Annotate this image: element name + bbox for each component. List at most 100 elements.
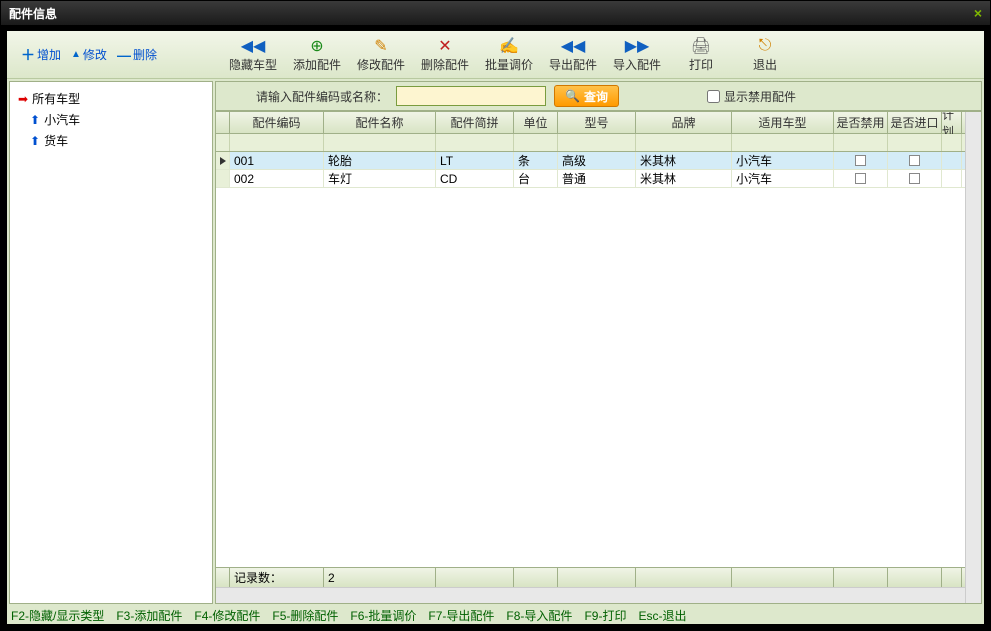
toolbar: ◀◀ 隐藏车型 ⊕ 添加配件 ✎ 修改配件 ✕ 删除配件 ✍ 批量调价: [211, 32, 984, 78]
search-button-label: 查询: [584, 88, 608, 105]
delete-button[interactable]: — 删除: [117, 46, 157, 63]
arrow-left-icon: ◀◀: [241, 36, 265, 56]
hide-car-label: 隐藏车型: [229, 56, 277, 73]
add-button[interactable]: ＋ 增加: [21, 45, 61, 65]
col-pinyin[interactable]: 配件简拼: [436, 112, 514, 133]
window-title: 配件信息: [9, 5, 57, 22]
checkbox-icon[interactable]: [855, 173, 866, 184]
cell-brand: 米其林: [636, 152, 732, 169]
status-item: F6-批量调价: [350, 607, 416, 624]
show-disabled-input[interactable]: [707, 90, 720, 103]
cell-disabled[interactable]: [834, 170, 888, 187]
cell-disabled[interactable]: [834, 152, 888, 169]
export-part-label: 导出配件: [549, 56, 597, 73]
search-input[interactable]: [396, 86, 546, 106]
search-button[interactable]: 🔍 查询: [554, 85, 619, 107]
triangle-up-icon: ▲: [71, 49, 81, 60]
col-name[interactable]: 配件名称: [324, 112, 436, 133]
close-icon[interactable]: ×: [974, 5, 982, 21]
grid-body[interactable]: 001轮胎LT条高级米其林小汽车002车灯CD台普通米其林小汽车: [216, 152, 965, 567]
cell-car: 小汽车: [732, 152, 834, 169]
col-code[interactable]: 配件编码: [230, 112, 324, 133]
cell-code: 001: [230, 152, 324, 169]
cell-code: 002: [230, 170, 324, 187]
edit-part-label: 修改配件: [357, 56, 405, 73]
tree-all-label: 所有车型: [32, 90, 80, 107]
col-disabled[interactable]: 是否禁用: [834, 112, 888, 133]
add-part-label: 添加配件: [293, 56, 341, 73]
batch-price-icon: ✍: [497, 36, 521, 56]
print-button[interactable]: 🖨 打印: [669, 32, 733, 78]
status-item: F8-导入配件: [506, 607, 572, 624]
topbar: ＋ 增加 ▲ 修改 — 删除 ◀◀ 隐藏车型 ⊕: [7, 31, 984, 79]
row-marker: [216, 152, 230, 169]
cell-import[interactable]: [888, 152, 942, 169]
add-part-button[interactable]: ⊕ 添加配件: [285, 32, 349, 78]
record-count: 2: [324, 568, 436, 587]
table-row[interactable]: 002车灯CD台普通米其林小汽车: [216, 170, 965, 188]
tree-item-car[interactable]: ⬆ 小汽车: [14, 109, 208, 130]
status-item: F4-修改配件: [194, 607, 260, 624]
cell-brand: 米其林: [636, 170, 732, 187]
print-icon: 🖨: [689, 36, 713, 56]
cell-import[interactable]: [888, 170, 942, 187]
cell-car: 小汽车: [732, 170, 834, 187]
scrollbar-vertical[interactable]: [965, 112, 981, 603]
add-label: 增加: [37, 46, 61, 63]
arrow-up-blue-icon: ⬆: [30, 113, 40, 127]
import-part-label: 导入配件: [613, 56, 661, 73]
cell-model: 高级: [558, 152, 636, 169]
col-marker: [216, 112, 230, 133]
cell-name: 车灯: [324, 170, 436, 187]
export-part-button[interactable]: ◀◀ 导出配件: [541, 32, 605, 78]
col-model[interactable]: 型号: [558, 112, 636, 133]
tree-item-truck[interactable]: ⬆ 货车: [14, 130, 208, 151]
status-item: F3-添加配件: [116, 607, 182, 624]
search-label: 请输入配件编码或名称：: [256, 88, 388, 105]
delete-part-icon: ✕: [433, 36, 457, 56]
status-item: Esc-退出: [638, 607, 686, 624]
col-import[interactable]: 是否进口: [888, 112, 942, 133]
batch-price-button[interactable]: ✍ 批量调价: [477, 32, 541, 78]
grid-header: 配件编码 配件名称 配件简拼 单位 型号 品牌 适用车型 是否禁用 是否进口 计…: [216, 112, 965, 134]
cell-model: 普通: [558, 170, 636, 187]
show-disabled-checkbox[interactable]: 显示禁用配件: [707, 88, 796, 105]
edit-label: 修改: [83, 46, 107, 63]
table-row[interactable]: 001轮胎LT条高级米其林小汽车: [216, 152, 965, 170]
cell-pinyin: LT: [436, 152, 514, 169]
row-marker: [216, 170, 230, 187]
print-label: 打印: [689, 56, 713, 73]
exit-icon: ⎋: [753, 36, 777, 56]
checkbox-icon[interactable]: [909, 155, 920, 166]
checkbox-icon[interactable]: [855, 155, 866, 166]
record-count-label: 记录数：: [230, 568, 324, 587]
minus-icon: —: [117, 47, 131, 63]
body-area: ➡ 所有车型 ⬆ 小汽车 ⬆ 货车 请输入配件编码或名称： 🔍: [7, 79, 984, 606]
col-brand[interactable]: 品牌: [636, 112, 732, 133]
col-unit[interactable]: 单位: [514, 112, 558, 133]
grid-footer: 记录数： 2: [216, 567, 965, 587]
edit-part-button[interactable]: ✎ 修改配件: [349, 32, 413, 78]
scrollbar-horizontal[interactable]: [216, 587, 965, 603]
col-car[interactable]: 适用车型: [732, 112, 834, 133]
show-disabled-label: 显示禁用配件: [724, 88, 796, 105]
status-bar: F2-隐藏/显示类型F3-添加配件F4-修改配件F5-删除配件F6-批量调价F7…: [7, 606, 984, 624]
edit-button[interactable]: ▲ 修改: [71, 46, 107, 63]
status-item: F5-删除配件: [272, 607, 338, 624]
add-part-icon: ⊕: [305, 36, 329, 56]
exit-button[interactable]: ⎋ 退出: [733, 32, 797, 78]
tree-panel: ➡ 所有车型 ⬆ 小汽车 ⬆ 货车: [9, 81, 213, 604]
window: 配件信息 × ＋ 增加 ▲ 修改 — 删除 ◀◀: [0, 0, 991, 631]
magnifier-icon: 🔍: [565, 89, 580, 103]
tree-item-all[interactable]: ➡ 所有车型: [14, 88, 208, 109]
cell-last: [942, 152, 962, 169]
col-last[interactable]: 计划: [942, 112, 962, 133]
batch-price-label: 批量调价: [485, 56, 533, 73]
filter-row: [216, 134, 965, 152]
exit-label: 退出: [753, 56, 777, 73]
hide-car-button[interactable]: ◀◀ 隐藏车型: [221, 32, 285, 78]
import-part-button[interactable]: ▶▶ 导入配件: [605, 32, 669, 78]
checkbox-icon[interactable]: [909, 173, 920, 184]
tree-truck-label: 货车: [44, 132, 68, 149]
delete-part-button[interactable]: ✕ 删除配件: [413, 32, 477, 78]
